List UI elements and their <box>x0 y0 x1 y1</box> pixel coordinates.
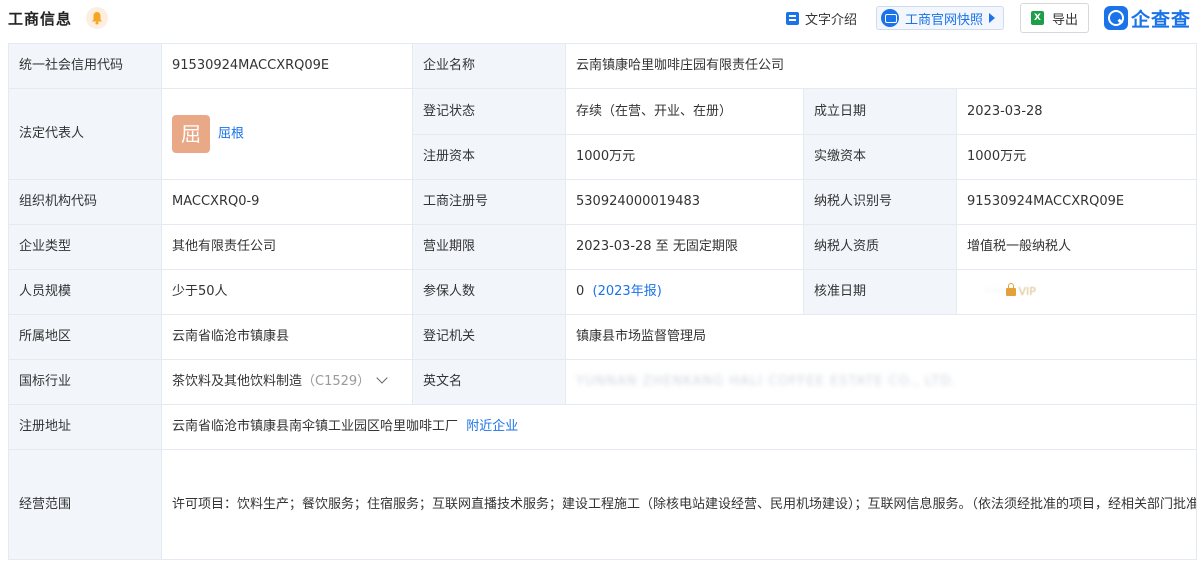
biz-reg-no-value: 530924000019483 <box>565 179 804 225</box>
reg-capital-value: 1000万元 <box>565 134 804 180</box>
address-label: 注册地址 <box>8 404 162 450</box>
insured-label: 参保人数 <box>412 269 566 315</box>
biz-term-label: 营业期限 <box>412 224 566 270</box>
table-row: 注册地址 云南省临沧市镇康县南伞镇工业园区哈里咖啡工厂 附近企业 <box>8 404 1198 450</box>
company-name-value: 云南镇康哈里咖啡庄园有限责任公司 <box>564 43 1198 89</box>
biz-term-value: 2023-03-28 至 无固定期限 <box>565 224 804 270</box>
company-type-value: 其他有限责任公司 <box>161 224 413 270</box>
insured-value: 0 <box>576 284 585 299</box>
annual-report-link[interactable]: (2023年报) <box>593 284 662 299</box>
table-row: 所属地区 云南省临沧市镇康县 登记机关 镇康县市场监督管理局 <box>8 314 1198 360</box>
region-value: 云南省临沧市镇康县 <box>161 314 413 360</box>
chevron-down-icon[interactable] <box>376 372 388 384</box>
table-row: 组织机构代码 MACCXRQ0-9 工商注册号 530924000019483 … <box>8 179 1198 225</box>
export-label: 导出 <box>1052 12 1079 28</box>
company-name-label: 企业名称 <box>412 43 566 89</box>
founded-label: 成立日期 <box>803 88 957 135</box>
insured-cell: 0 (2023年报) <box>565 269 804 315</box>
bell-icon[interactable] <box>86 7 108 29</box>
play-arrow-icon <box>989 13 996 23</box>
official-snapshot-button[interactable]: 工商官网快照 <box>876 6 1005 30</box>
org-code-value: MACCXRQ0-9 <box>161 179 413 225</box>
table-row: 企业类型 其他有限责任公司 营业期限 2023-03-28 至 无固定期限 纳税… <box>8 224 1198 270</box>
industry-code: （C1529） <box>302 374 371 389</box>
scope-value: 许可项目：饮料生产；餐饮服务；住宿服务；互联网直播技术服务；建设工程施工（除核电… <box>160 449 1198 560</box>
reg-capital-label: 注册资本 <box>412 134 566 180</box>
official-snapshot-label: 工商官网快照 <box>905 12 984 28</box>
avatar: 屈 <box>172 115 210 153</box>
approve-date-label: 核准日期 <box>803 269 957 315</box>
table-row: 人员规模 少于50人 参保人数 0 (2023年报) 核准日期 ···· VIP <box>8 269 1198 315</box>
english-name-cell: YUNNAN ZHENKANG HALI COFFEE ESTATE CO., … <box>564 359 1198 405</box>
table-row: 国标行业 茶饮料及其他饮料制造（C1529） 英文名 YUNNAN ZHENKA… <box>8 359 1198 405</box>
document-icon <box>786 11 799 25</box>
taxpayer-qual-label: 纳税人资质 <box>803 224 957 270</box>
section-title: 工商信息 <box>8 10 73 28</box>
scope-label: 经营范围 <box>8 449 162 560</box>
industry-cell[interactable]: 茶饮料及其他饮料制造（C1529） <box>161 359 413 405</box>
region-label: 所属地区 <box>8 314 162 360</box>
reg-authority-value: 镇康县市场监督管理局 <box>564 314 1198 360</box>
section-header: 工商信息 文字介绍 工商官网快照 X 导出 企查查 <box>0 0 1200 38</box>
biz-reg-no-label: 工商注册号 <box>412 179 566 225</box>
legal-rep-cell: 屈屈根 <box>161 88 413 180</box>
text-intro-button[interactable]: 文字介绍 <box>786 6 857 30</box>
credit-code-value: 91530924MACCXRQ09E <box>161 43 413 89</box>
staff-size-label: 人员规模 <box>8 269 162 315</box>
export-button[interactable]: X 导出 <box>1020 3 1090 33</box>
business-info-table: 统一社会信用代码 91530924MACCXRQ09E 企业名称 云南镇康哈里咖… <box>8 43 1198 560</box>
qichacha-logo-text: 企查查 <box>1131 8 1192 31</box>
vip-badge: VIP <box>1018 285 1036 298</box>
taxpayer-id-value: 91530924MACCXRQ09E <box>955 179 1198 225</box>
reg-authority-label: 登记机关 <box>412 314 566 360</box>
approve-date-cell[interactable]: ···· VIP <box>955 269 1198 315</box>
org-code-label: 组织机构代码 <box>8 179 162 225</box>
snapshot-icon <box>881 9 899 27</box>
qichacha-logo-icon <box>1104 6 1128 30</box>
paid-capital-value: 1000万元 <box>955 134 1198 180</box>
reg-status-value: 存续（在营、开业、在册） <box>565 88 804 135</box>
legal-rep-label: 法定代表人 <box>8 88 162 180</box>
staff-size-value: 少于50人 <box>161 269 413 315</box>
industry-label: 国标行业 <box>8 359 162 405</box>
taxpayer-qual-value: 增值税一般纳税人 <box>955 224 1198 270</box>
company-type-label: 企业类型 <box>8 224 162 270</box>
table-row: 经营范围 许可项目：饮料生产；餐饮服务；住宿服务；互联网直播技术服务；建设工程施… <box>8 449 1198 560</box>
english-name-masked: YUNNAN ZHENKANG HALI COFFEE ESTATE CO., … <box>576 374 957 389</box>
nearby-companies-link[interactable]: 附近企业 <box>466 419 518 434</box>
text-intro-label: 文字介绍 <box>805 12 858 28</box>
lock-icon <box>1005 283 1016 296</box>
qichacha-logo: 企查查 <box>1104 5 1191 31</box>
taxpayer-id-label: 纳税人识别号 <box>803 179 957 225</box>
table-row: 统一社会信用代码 91530924MACCXRQ09E 企业名称 云南镇康哈里咖… <box>8 43 1198 89</box>
excel-icon: X <box>1031 11 1044 25</box>
reg-status-label: 登记状态 <box>412 88 566 135</box>
address-cell: 云南省临沧市镇康县南伞镇工业园区哈里咖啡工厂 附近企业 <box>160 404 1198 450</box>
address-value: 云南省临沧市镇康县南伞镇工业园区哈里咖啡工厂 <box>172 419 459 434</box>
credit-code-label: 统一社会信用代码 <box>8 43 162 89</box>
english-name-label: 英文名 <box>412 359 566 405</box>
legal-rep-link[interactable]: 屈根 <box>218 127 244 142</box>
paid-capital-label: 实缴资本 <box>803 134 957 180</box>
table-row: 法定代表人 屈屈根 登记状态 存续（在营、开业、在册） 成立日期 2023-03… <box>8 88 1198 180</box>
founded-value: 2023-03-28 <box>955 88 1198 135</box>
industry-value: 茶饮料及其他饮料制造 <box>172 374 303 389</box>
